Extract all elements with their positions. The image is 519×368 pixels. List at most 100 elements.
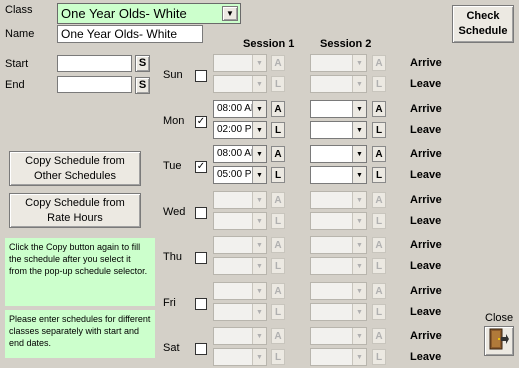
session1-leave-select[interactable]: ▼ — [213, 348, 267, 366]
session1-arrive-set-button[interactable]: A — [271, 283, 285, 299]
session1-leave-set-button[interactable]: L — [271, 349, 285, 365]
chevron-down-icon[interactable]: ▼ — [252, 304, 266, 320]
session1-arrive-select[interactable]: ▼ — [213, 282, 267, 300]
session2-leave-set-button[interactable]: L — [372, 167, 386, 183]
session2-leave-select[interactable]: ▼ — [310, 75, 367, 93]
session1-arrive-select[interactable]: ▼ — [213, 327, 267, 345]
chevron-down-icon[interactable]: ▼ — [252, 101, 266, 117]
chevron-down-icon[interactable]: ▼ — [352, 167, 366, 183]
session2-leave-select[interactable]: ▼ — [310, 303, 367, 321]
chevron-down-icon[interactable]: ▼ — [352, 192, 366, 208]
end-date-field[interactable] — [57, 76, 132, 93]
day-checkbox[interactable] — [195, 207, 207, 219]
session2-arrive-select[interactable]: ▼ — [310, 54, 367, 72]
session1-arrive-set-button[interactable]: A — [271, 146, 285, 162]
session2-leave-select[interactable]: ▼ — [310, 257, 367, 275]
day-checkbox[interactable] — [195, 70, 207, 82]
chevron-down-icon[interactable]: ▼ — [252, 213, 266, 229]
chevron-down-icon[interactable]: ▼ — [252, 55, 266, 71]
session1-leave-set-button[interactable]: L — [271, 122, 285, 138]
chevron-down-icon[interactable]: ▼ — [352, 304, 366, 320]
copy-from-other-schedules-button[interactable]: Copy Schedule from Other Schedules — [9, 151, 141, 186]
session1-leave-select[interactable]: 02:00 PM ▼ — [213, 121, 267, 139]
session2-arrive-set-button[interactable]: A — [372, 283, 386, 299]
session1-arrive-set-button[interactable]: A — [271, 192, 285, 208]
chevron-down-icon[interactable]: ▼ — [252, 237, 266, 253]
chevron-down-icon[interactable]: ▼ — [252, 167, 266, 183]
session1-leave-set-button[interactable]: L — [271, 304, 285, 320]
session2-arrive-set-button[interactable]: A — [372, 146, 386, 162]
chevron-down-icon[interactable]: ▼ — [252, 258, 266, 274]
chevron-down-icon[interactable]: ▼ — [252, 283, 266, 299]
chevron-down-icon[interactable]: ▼ — [252, 146, 266, 162]
chevron-down-icon[interactable]: ▼ — [352, 213, 366, 229]
session1-arrive-select[interactable]: ▼ — [213, 191, 267, 209]
start-date-field[interactable] — [57, 55, 132, 72]
chevron-down-icon[interactable]: ▼ — [352, 258, 366, 274]
chevron-down-icon[interactable]: ▼ — [352, 328, 366, 344]
day-checkbox[interactable]: ✓ — [195, 116, 207, 128]
session2-leave-set-button[interactable]: L — [372, 122, 386, 138]
chevron-down-icon[interactable]: ▼ — [352, 283, 366, 299]
session1-arrive-select[interactable]: ▼ — [213, 54, 267, 72]
name-field[interactable]: One Year Olds- White — [57, 25, 203, 43]
chevron-down-icon[interactable]: ▼ — [252, 192, 266, 208]
session2-arrive-select[interactable]: ▼ — [310, 282, 367, 300]
session2-leave-set-button[interactable]: L — [372, 258, 386, 274]
session2-leave-set-button[interactable]: L — [372, 349, 386, 365]
session1-leave-select[interactable]: ▼ — [213, 212, 267, 230]
day-checkbox[interactable]: ✓ — [195, 161, 207, 173]
class-dropdown-button[interactable]: ▼ — [222, 6, 238, 21]
end-s-button[interactable]: S — [135, 77, 150, 94]
session1-leave-select[interactable]: ▼ — [213, 75, 267, 93]
copy-from-rate-hours-button[interactable]: Copy Schedule from Rate Hours — [9, 193, 141, 228]
chevron-down-icon[interactable]: ▼ — [352, 76, 366, 92]
session1-leave-set-button[interactable]: L — [271, 258, 285, 274]
session2-arrive-select[interactable]: ▼ — [310, 191, 367, 209]
session2-leave-select[interactable]: ▼ — [310, 212, 367, 230]
session2-leave-set-button[interactable]: L — [372, 213, 386, 229]
chevron-down-icon[interactable]: ▼ — [352, 349, 366, 365]
start-s-button[interactable]: S — [135, 55, 150, 72]
session2-arrive-set-button[interactable]: A — [372, 192, 386, 208]
session1-arrive-select[interactable]: 08:00 AM ▼ — [213, 145, 267, 163]
session2-leave-select[interactable]: ▼ — [310, 121, 367, 139]
session1-arrive-set-button[interactable]: A — [271, 101, 285, 117]
session1-leave-set-button[interactable]: L — [271, 76, 285, 92]
session2-arrive-set-button[interactable]: A — [372, 237, 386, 253]
session1-leave-set-button[interactable]: L — [271, 167, 285, 183]
session2-arrive-set-button[interactable]: A — [372, 55, 386, 71]
day-checkbox[interactable] — [195, 343, 207, 355]
session2-leave-select[interactable]: ▼ — [310, 166, 367, 184]
session2-arrive-set-button[interactable]: A — [372, 328, 386, 344]
session2-leave-set-button[interactable]: L — [372, 304, 386, 320]
chevron-down-icon[interactable]: ▼ — [352, 146, 366, 162]
session1-leave-select[interactable]: ▼ — [213, 303, 267, 321]
session2-arrive-select[interactable]: ▼ — [310, 327, 367, 345]
chevron-down-icon[interactable]: ▼ — [252, 349, 266, 365]
session2-arrive-select[interactable]: ▼ — [310, 236, 367, 254]
chevron-down-icon[interactable]: ▼ — [352, 55, 366, 71]
class-select[interactable]: One Year Olds- White — [57, 3, 241, 24]
session1-leave-select[interactable]: ▼ — [213, 257, 267, 275]
check-schedule-button[interactable]: Check Schedule — [452, 5, 514, 43]
session1-arrive-set-button[interactable]: A — [271, 55, 285, 71]
chevron-down-icon[interactable]: ▼ — [352, 101, 366, 117]
close-button[interactable] — [484, 326, 514, 356]
chevron-down-icon[interactable]: ▼ — [352, 122, 366, 138]
session1-arrive-select[interactable]: ▼ — [213, 236, 267, 254]
session2-arrive-set-button[interactable]: A — [372, 101, 386, 117]
session1-arrive-set-button[interactable]: A — [271, 237, 285, 253]
chevron-down-icon[interactable]: ▼ — [252, 76, 266, 92]
session1-arrive-set-button[interactable]: A — [271, 328, 285, 344]
session2-leave-select[interactable]: ▼ — [310, 348, 367, 366]
chevron-down-icon[interactable]: ▼ — [252, 122, 266, 138]
session1-leave-select[interactable]: 05:00 PM ▼ — [213, 166, 267, 184]
day-checkbox[interactable] — [195, 252, 207, 264]
chevron-down-icon[interactable]: ▼ — [252, 328, 266, 344]
session2-leave-set-button[interactable]: L — [372, 76, 386, 92]
session1-leave-set-button[interactable]: L — [271, 213, 285, 229]
session2-arrive-select[interactable]: ▼ — [310, 145, 367, 163]
session1-arrive-select[interactable]: 08:00 AM ▼ — [213, 100, 267, 118]
chevron-down-icon[interactable]: ▼ — [352, 237, 366, 253]
